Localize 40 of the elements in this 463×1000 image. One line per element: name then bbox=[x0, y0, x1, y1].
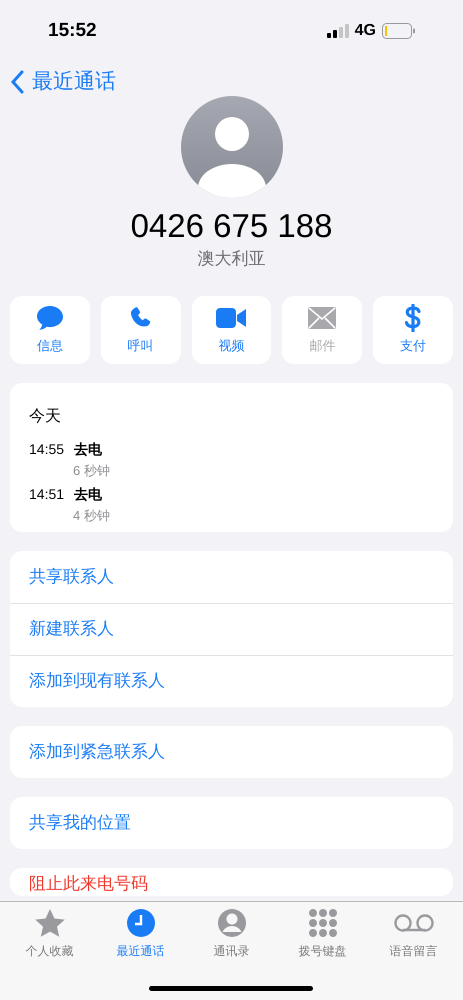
option-row[interactable]: 添加到现有联系人 bbox=[10, 654, 453, 706]
call-time: 14:51 bbox=[29, 485, 64, 504]
star-icon bbox=[34, 908, 66, 938]
clock-icon bbox=[126, 908, 156, 938]
action-button[interactable]: 支付 bbox=[373, 296, 453, 364]
video-camera-icon bbox=[216, 308, 246, 328]
call-time: 14:55 bbox=[29, 440, 64, 458]
back-button[interactable]: 最近通话 bbox=[10, 66, 116, 98]
option-row[interactable]: 共享我的位置 bbox=[10, 796, 453, 848]
phone-number: 0426 675 188 bbox=[130, 206, 332, 246]
tab-item[interactable]: 语音留言 bbox=[370, 908, 458, 960]
call-duration: 6 秒钟 bbox=[72, 462, 111, 480]
call-type: 去电 bbox=[74, 485, 102, 504]
keypad-icon bbox=[308, 908, 338, 938]
call-type: 去电 bbox=[74, 440, 102, 458]
call-duration: 4 秒钟 bbox=[72, 507, 111, 525]
avatar-icon bbox=[180, 96, 282, 198]
country-label: 澳大利亚 bbox=[198, 248, 266, 270]
tab-item[interactable]: 拨号键盘 bbox=[278, 908, 366, 960]
person-icon bbox=[216, 908, 246, 938]
status-time: 15:52 bbox=[48, 18, 97, 43]
option-row[interactable]: 共享联系人 bbox=[10, 550, 453, 602]
chevron-left-icon bbox=[10, 70, 24, 94]
battery-icon bbox=[382, 23, 415, 39]
dollar-icon bbox=[404, 304, 422, 332]
action-button[interactable]: 视频 bbox=[192, 296, 272, 364]
network-label: 4G bbox=[354, 21, 376, 41]
option-row[interactable]: 添加到紧急联系人 bbox=[10, 726, 453, 778]
envelope-icon bbox=[308, 306, 336, 329]
day-heading: 今天 bbox=[29, 406, 62, 426]
tab-item[interactable]: 通讯录 bbox=[188, 908, 276, 960]
voicemail-icon bbox=[392, 913, 434, 933]
option-row[interactable]: 新建联系人 bbox=[10, 602, 453, 654]
tab-item[interactable]: 个人收藏 bbox=[6, 908, 94, 960]
signal-icon bbox=[326, 24, 349, 38]
tab-item[interactable]: 最近通话 bbox=[96, 908, 184, 960]
option-row[interactable]: 阻止此来电号码 bbox=[10, 868, 148, 896]
action-button[interactable]: 信息 bbox=[10, 296, 90, 364]
speech-bubble-icon bbox=[36, 304, 64, 331]
action-button[interactable]: 呼叫 bbox=[100, 296, 181, 364]
